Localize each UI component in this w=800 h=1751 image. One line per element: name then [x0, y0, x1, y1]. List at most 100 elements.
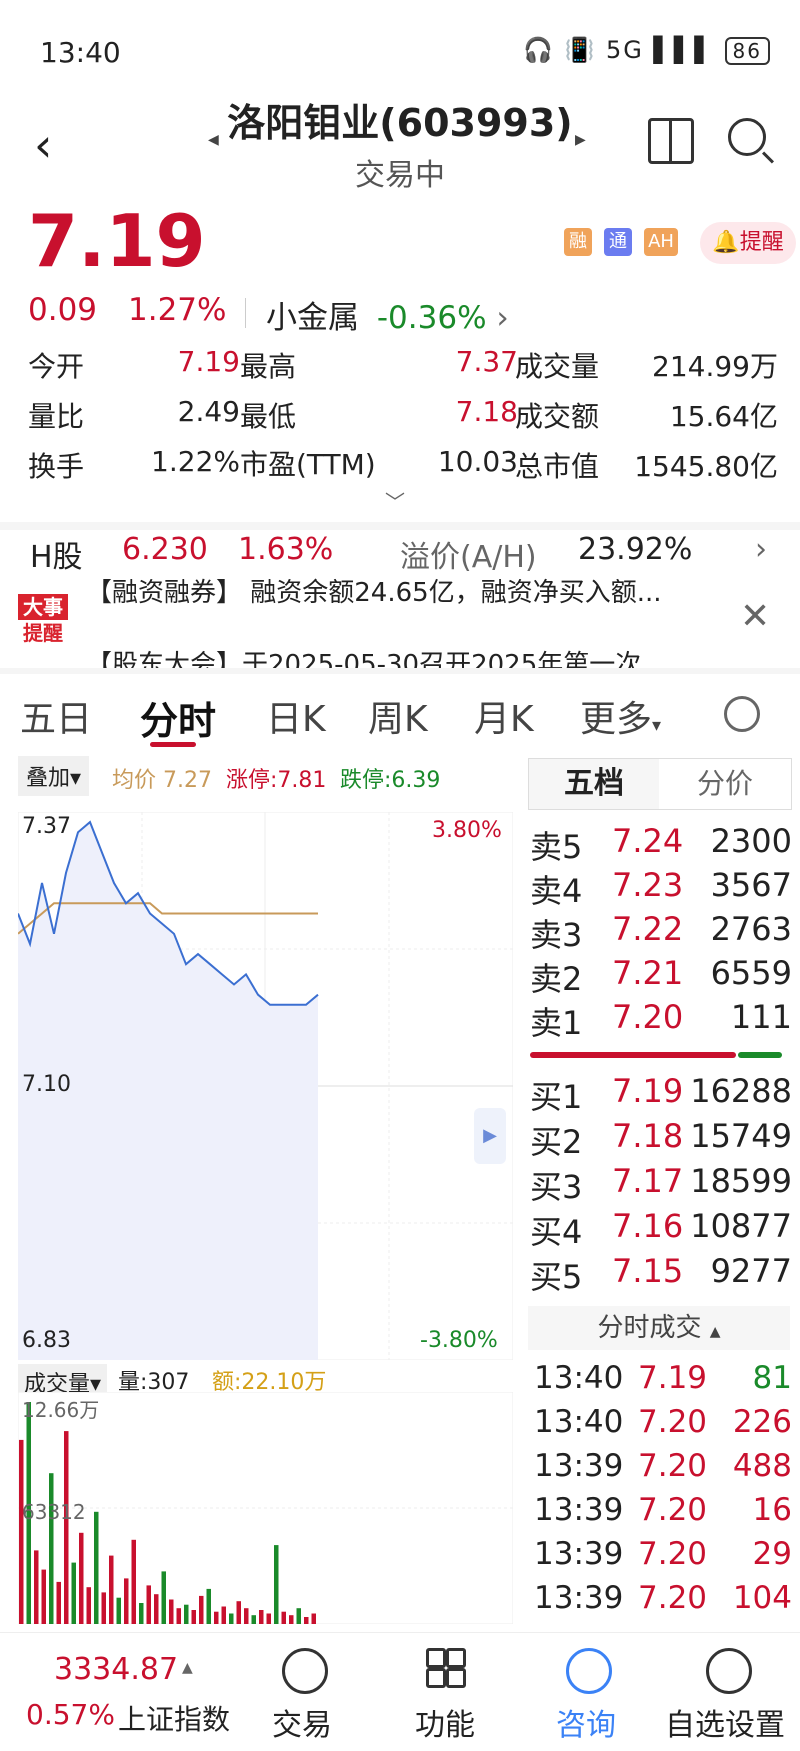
- search-icon[interactable]: [728, 118, 766, 156]
- index-name[interactable]: 上证指数: [118, 1698, 230, 1738]
- level-price: 7.24: [612, 822, 684, 860]
- volume-bar: [109, 1555, 114, 1624]
- volume-mid: 63312: [22, 1500, 86, 1524]
- level-label: 买2: [530, 1123, 583, 1161]
- stat-label: 总市值: [515, 450, 600, 483]
- chevron-right-icon[interactable]: ›: [755, 532, 767, 567]
- chart-pct-bot: -3.80%: [420, 1328, 498, 1353]
- margin-badge[interactable]: 融: [564, 228, 592, 256]
- tab-daily-k[interactable]: 日K: [266, 690, 326, 742]
- level-price: 7.18: [612, 1117, 684, 1155]
- level-price: 7.20: [612, 998, 684, 1036]
- stat-label: 成交量: [515, 350, 600, 383]
- tick-row: 13:40 7.19 81: [534, 1360, 792, 1404]
- level-qty: 6559: [710, 954, 792, 992]
- orderbook-row[interactable]: 卖2 7.21 6559: [530, 954, 792, 998]
- chart-y-bot: 6.83: [22, 1328, 71, 1353]
- volume-bar: [56, 1581, 61, 1624]
- news-line[interactable]: 【股东大会】于2025-05-30召开2025年第一次...: [86, 644, 666, 670]
- stat-value: 15.64亿: [669, 400, 778, 433]
- volume-bar: [116, 1597, 121, 1624]
- book-icon[interactable]: [648, 118, 694, 164]
- stat-label: 换手: [28, 450, 85, 483]
- index-pct[interactable]: 0.57%: [26, 1698, 115, 1731]
- stat-value: 1545.80亿: [634, 450, 778, 483]
- expand-chevron-icon[interactable]: ﹀: [385, 486, 405, 515]
- tick-qty: 16: [752, 1492, 792, 1528]
- connect-badge[interactable]: 通: [604, 228, 632, 256]
- volume-bar: [214, 1611, 219, 1624]
- price-change: 0.09: [28, 292, 98, 328]
- nav-consult[interactable]: 咨询: [536, 1700, 636, 1744]
- level-price: 7.17: [612, 1162, 684, 1200]
- overlay-button[interactable]: 叠加▾: [18, 756, 90, 796]
- tab-intraday[interactable]: 分时: [140, 690, 216, 745]
- news-line[interactable]: 【融资融券】 融资余额24.65亿，融资净买入额...: [86, 578, 662, 609]
- volume-bar: [131, 1539, 136, 1624]
- close-icon[interactable]: ✕: [740, 596, 770, 637]
- level-label: 买4: [530, 1213, 583, 1251]
- expand-panel-icon[interactable]: ▶: [474, 1108, 506, 1164]
- orderbook-row[interactable]: 卖4 7.23 3567: [530, 866, 792, 910]
- news-ticker[interactable]: 【融资融券】 融资余额24.65亿，融资净买入额... 【股东大会】于2025-…: [0, 578, 800, 670]
- remind-button[interactable]: 🔔提醒: [700, 222, 796, 264]
- avg-price-label: 均价: [112, 768, 157, 793]
- status-icons: 🎧 📳 5G ▌▌▌ 86: [523, 36, 770, 65]
- orderbook-row[interactable]: 买5 7.15 9277: [530, 1252, 792, 1296]
- index-value[interactable]: 3334.87: [54, 1652, 178, 1687]
- apps-icon[interactable]: [426, 1648, 466, 1688]
- intraday-chart[interactable]: [18, 812, 513, 1360]
- volume-bar: [94, 1511, 99, 1624]
- volume-bar: [266, 1613, 271, 1624]
- ticks-header[interactable]: 分时成交 ▲: [528, 1306, 790, 1350]
- volume-bar: [49, 1473, 54, 1624]
- chat-icon[interactable]: [566, 1648, 612, 1694]
- tab-more[interactable]: 更多▾: [580, 690, 661, 742]
- event-badge: 大事 提醒: [18, 594, 68, 650]
- stat-label: 成交额: [515, 400, 600, 433]
- tab-monthly-k[interactable]: 月K: [474, 690, 534, 742]
- orderbook-row[interactable]: 买3 7.17 18599: [530, 1162, 792, 1206]
- tick-qty: 104: [732, 1580, 792, 1616]
- volume-bar: [229, 1613, 234, 1624]
- tick-time: 13:40: [534, 1360, 624, 1396]
- caret-down-icon: ▾: [70, 766, 82, 791]
- volume-bar: [101, 1592, 106, 1624]
- tab-five-level[interactable]: 五档: [529, 759, 659, 809]
- tick-price: 7.20: [638, 1536, 708, 1572]
- orderbook-row[interactable]: 卖5 7.24 2300: [530, 822, 792, 866]
- event-badge-top: 大事: [18, 594, 68, 620]
- caret-down-icon: ▾: [652, 715, 662, 736]
- volume-chart[interactable]: [18, 1392, 513, 1624]
- level-label: 买3: [530, 1168, 583, 1206]
- orderbook-row[interactable]: 买4 7.16 10877: [530, 1207, 792, 1251]
- nav-function[interactable]: 功能: [395, 1700, 495, 1744]
- next-stock-icon[interactable]: ▶: [575, 132, 586, 148]
- orderbook-row[interactable]: 买1 7.19 16288: [530, 1072, 792, 1116]
- tab-price-dist[interactable]: 分价: [660, 759, 790, 809]
- orderbook-row[interactable]: 买2 7.18 15749: [530, 1117, 792, 1161]
- menu-icon[interactable]: [706, 1648, 752, 1694]
- orderbook-row[interactable]: 卖1 7.20 111: [530, 998, 792, 1042]
- trade-icon[interactable]: [282, 1648, 328, 1694]
- tick-qty: 226: [732, 1404, 792, 1440]
- active-tab-indicator: [150, 742, 196, 747]
- volume-bar: [86, 1587, 91, 1624]
- nav-watchlist-settings[interactable]: 自选设置: [654, 1700, 796, 1744]
- tab-five-day[interactable]: 五日: [20, 690, 92, 742]
- settings-icon[interactable]: [724, 696, 760, 732]
- volume-bar: [34, 1550, 39, 1624]
- level-label: 卖5: [530, 828, 583, 866]
- volume-bar: [139, 1603, 144, 1624]
- orderbook-row[interactable]: 卖3 7.22 2763: [530, 910, 792, 954]
- tab-weekly-k[interactable]: 周K: [368, 690, 428, 742]
- ah-badge[interactable]: AH: [644, 228, 678, 256]
- nav-trade[interactable]: 交易: [252, 1700, 352, 1744]
- sector-link[interactable]: 小金属 -0.36% ›: [266, 292, 509, 337]
- tick-qty: 488: [732, 1448, 792, 1484]
- volume-bar: [79, 1532, 84, 1624]
- overlay-label: 叠加: [26, 766, 71, 791]
- level-price: 7.19: [612, 1072, 684, 1110]
- volume-bar: [296, 1608, 301, 1624]
- stat-value: 10.03: [437, 445, 518, 478]
